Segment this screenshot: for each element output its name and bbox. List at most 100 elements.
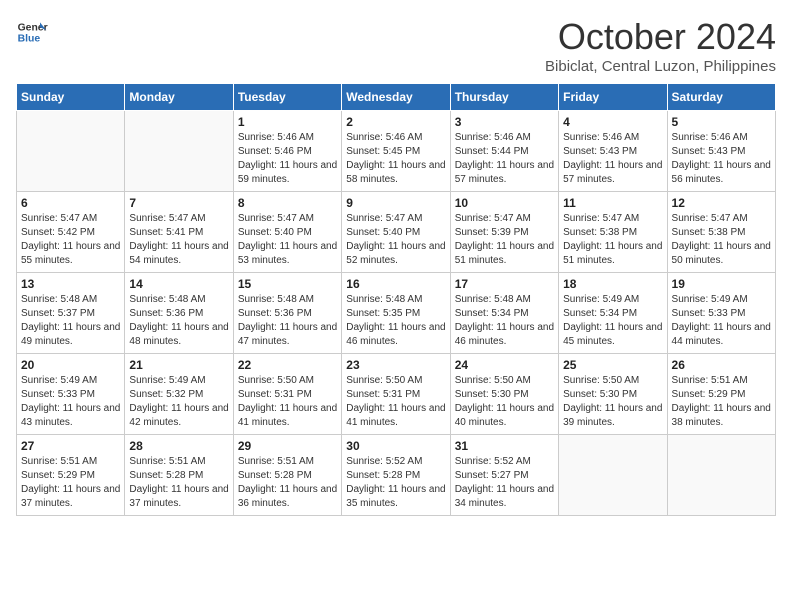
calendar-cell: 23Sunrise: 5:50 AMSunset: 5:31 PMDayligh… [342, 354, 450, 435]
calendar-cell: 17Sunrise: 5:48 AMSunset: 5:34 PMDayligh… [450, 273, 558, 354]
day-info: Sunrise: 5:46 AMSunset: 5:45 PMDaylight:… [346, 131, 445, 187]
day-info: Sunrise: 5:49 AMSunset: 5:33 PMDaylight:… [21, 374, 120, 430]
calendar-cell [667, 435, 775, 516]
calendar-header-row: SundayMondayTuesdayWednesdayThursdayFrid… [17, 84, 776, 111]
day-info: Sunrise: 5:52 AMSunset: 5:28 PMDaylight:… [346, 455, 445, 511]
day-number: 15 [238, 277, 337, 291]
day-number: 18 [563, 277, 662, 291]
column-header-sunday: Sunday [17, 84, 125, 111]
column-header-thursday: Thursday [450, 84, 558, 111]
logo-icon: General Blue [16, 16, 48, 48]
day-info: Sunrise: 5:51 AMSunset: 5:28 PMDaylight:… [238, 455, 337, 511]
calendar-week-row: 13 Sunrise: 5:48 AMSunset: 5:37 PMDayligh… [17, 273, 776, 354]
day-info: Sunrise: 5:51 AMSunset: 5:29 PMDaylight:… [672, 374, 771, 430]
calendar-cell: 30 Sunrise: 5:52 AMSunset: 5:28 PMDayligh… [342, 435, 450, 516]
day-number: 30 [346, 439, 445, 453]
day-info: Sunrise: 5:48 AMSunset: 5:36 PMDaylight:… [129, 293, 228, 349]
day-info: Sunrise: 5:52 AMSunset: 5:27 PMDaylight:… [455, 455, 554, 511]
day-number: 11 [563, 196, 662, 210]
day-info: Sunrise: 5:46 AMSunset: 5:44 PMDaylight:… [455, 131, 554, 187]
day-number: 16 [346, 277, 445, 291]
calendar-cell: 7Sunrise: 5:47 AMSunset: 5:41 PMDaylight… [125, 192, 233, 273]
calendar-cell [125, 111, 233, 192]
day-number: 13 [21, 277, 120, 291]
calendar-cell: 16 Sunrise: 5:48 AMSunset: 5:35 PMDayligh… [342, 273, 450, 354]
calendar-cell: 4 Sunrise: 5:46 AMSunset: 5:43 PMDaylight… [559, 111, 667, 192]
day-number: 2 [346, 115, 445, 129]
calendar-week-row: 20 Sunrise: 5:49 AMSunset: 5:33 PMDayligh… [17, 354, 776, 435]
day-info: Sunrise: 5:49 AMSunset: 5:34 PMDaylight:… [563, 293, 662, 349]
calendar-cell: 28 Sunrise: 5:51 AMSunset: 5:28 PMDayligh… [125, 435, 233, 516]
calendar-cell: 18 Sunrise: 5:49 AMSunset: 5:34 PMDayligh… [559, 273, 667, 354]
day-info: Sunrise: 5:48 AMSunset: 5:36 PMDaylight:… [238, 293, 337, 349]
calendar-cell: 29 Sunrise: 5:51 AMSunset: 5:28 PMDayligh… [233, 435, 341, 516]
calendar-cell [559, 435, 667, 516]
column-header-friday: Friday [559, 84, 667, 111]
calendar-cell: 12 Sunrise: 5:47 AMSunset: 5:38 PMDayligh… [667, 192, 775, 273]
day-number: 4 [563, 115, 662, 129]
day-info: Sunrise: 5:46 AMSunset: 5:46 PMDaylight:… [238, 131, 337, 187]
calendar-cell: 2 Sunrise: 5:46 AMSunset: 5:45 PMDaylight… [342, 111, 450, 192]
day-info: Sunrise: 5:47 AMSunset: 5:39 PMDaylight:… [455, 212, 554, 268]
location-subtitle: Bibiclat, Central Luzon, Philippines [545, 58, 776, 75]
day-info: Sunrise: 5:47 AMSunset: 5:38 PMDaylight:… [672, 212, 771, 268]
calendar-week-row: 6Sunrise: 5:47 AMSunset: 5:42 PMDaylight… [17, 192, 776, 273]
calendar-cell: 1Sunrise: 5:46 AMSunset: 5:46 PMDaylight… [233, 111, 341, 192]
calendar-cell: 11 Sunrise: 5:47 AMSunset: 5:38 PMDayligh… [559, 192, 667, 273]
day-number: 19 [672, 277, 771, 291]
calendar-cell: 6Sunrise: 5:47 AMSunset: 5:42 PMDaylight… [17, 192, 125, 273]
day-info: Sunrise: 5:48 AMSunset: 5:37 PMDaylight:… [21, 293, 120, 349]
day-info: Sunrise: 5:49 AMSunset: 5:32 PMDaylight:… [129, 374, 228, 430]
day-info: Sunrise: 5:47 AMSunset: 5:40 PMDaylight:… [238, 212, 337, 268]
day-info: Sunrise: 5:46 AMSunset: 5:43 PMDaylight:… [563, 131, 662, 187]
day-number: 27 [21, 439, 120, 453]
calendar-cell: 24 Sunrise: 5:50 AMSunset: 5:30 PMDayligh… [450, 354, 558, 435]
calendar-cell: 22Sunrise: 5:50 AMSunset: 5:31 PMDayligh… [233, 354, 341, 435]
calendar-week-row: 1Sunrise: 5:46 AMSunset: 5:46 PMDaylight… [17, 111, 776, 192]
logo: General Blue [16, 16, 48, 48]
day-info: Sunrise: 5:49 AMSunset: 5:33 PMDaylight:… [672, 293, 771, 349]
calendar-cell: 19 Sunrise: 5:49 AMSunset: 5:33 PMDayligh… [667, 273, 775, 354]
day-number: 17 [455, 277, 554, 291]
calendar-cell: 25 Sunrise: 5:50 AMSunset: 5:30 PMDayligh… [559, 354, 667, 435]
column-header-monday: Monday [125, 84, 233, 111]
svg-text:Blue: Blue [18, 34, 41, 45]
column-header-wednesday: Wednesday [342, 84, 450, 111]
calendar-cell: 3 Sunrise: 5:46 AMSunset: 5:44 PMDaylight… [450, 111, 558, 192]
calendar-cell: 14Sunrise: 5:48 AMSunset: 5:36 PMDayligh… [125, 273, 233, 354]
day-number: 26 [672, 358, 771, 372]
day-number: 24 [455, 358, 554, 372]
day-info: Sunrise: 5:47 AMSunset: 5:38 PMDaylight:… [563, 212, 662, 268]
calendar-cell: 10 Sunrise: 5:47 AMSunset: 5:39 PMDayligh… [450, 192, 558, 273]
column-header-tuesday: Tuesday [233, 84, 341, 111]
calendar-cell: 27Sunrise: 5:51 AMSunset: 5:29 PMDayligh… [17, 435, 125, 516]
calendar-cell: 9Sunrise: 5:47 AMSunset: 5:40 PMDaylight… [342, 192, 450, 273]
day-number: 10 [455, 196, 554, 210]
calendar-cell: 31 Sunrise: 5:52 AMSunset: 5:27 PMDayligh… [450, 435, 558, 516]
calendar-table: SundayMondayTuesdayWednesdayThursdayFrid… [16, 83, 776, 516]
month-title: October 2024 [545, 16, 776, 58]
day-info: Sunrise: 5:48 AMSunset: 5:35 PMDaylight:… [346, 293, 445, 349]
day-number: 25 [563, 358, 662, 372]
day-info: Sunrise: 5:50 AMSunset: 5:30 PMDaylight:… [563, 374, 662, 430]
day-info: Sunrise: 5:47 AMSunset: 5:42 PMDaylight:… [21, 212, 120, 268]
calendar-cell: 5Sunrise: 5:46 AMSunset: 5:43 PMDaylight… [667, 111, 775, 192]
day-number: 29 [238, 439, 337, 453]
day-info: Sunrise: 5:47 AMSunset: 5:41 PMDaylight:… [129, 212, 228, 268]
day-number: 20 [21, 358, 120, 372]
calendar-cell: 8Sunrise: 5:47 AMSunset: 5:40 PMDaylight… [233, 192, 341, 273]
day-info: Sunrise: 5:50 AMSunset: 5:30 PMDaylight:… [455, 374, 554, 430]
day-number: 3 [455, 115, 554, 129]
calendar-cell: 15 Sunrise: 5:48 AMSunset: 5:36 PMDayligh… [233, 273, 341, 354]
day-number: 28 [129, 439, 228, 453]
day-info: Sunrise: 5:51 AMSunset: 5:28 PMDaylight:… [129, 455, 228, 511]
calendar-cell: 21 Sunrise: 5:49 AMSunset: 5:32 PMDayligh… [125, 354, 233, 435]
day-number: 21 [129, 358, 228, 372]
day-number: 31 [455, 439, 554, 453]
title-area: October 2024 Bibiclat, Central Luzon, Ph… [545, 16, 776, 75]
day-number: 5 [672, 115, 771, 129]
day-number: 9 [346, 196, 445, 210]
day-number: 12 [672, 196, 771, 210]
day-number: 23 [346, 358, 445, 372]
calendar-cell: 13 Sunrise: 5:48 AMSunset: 5:37 PMDayligh… [17, 273, 125, 354]
